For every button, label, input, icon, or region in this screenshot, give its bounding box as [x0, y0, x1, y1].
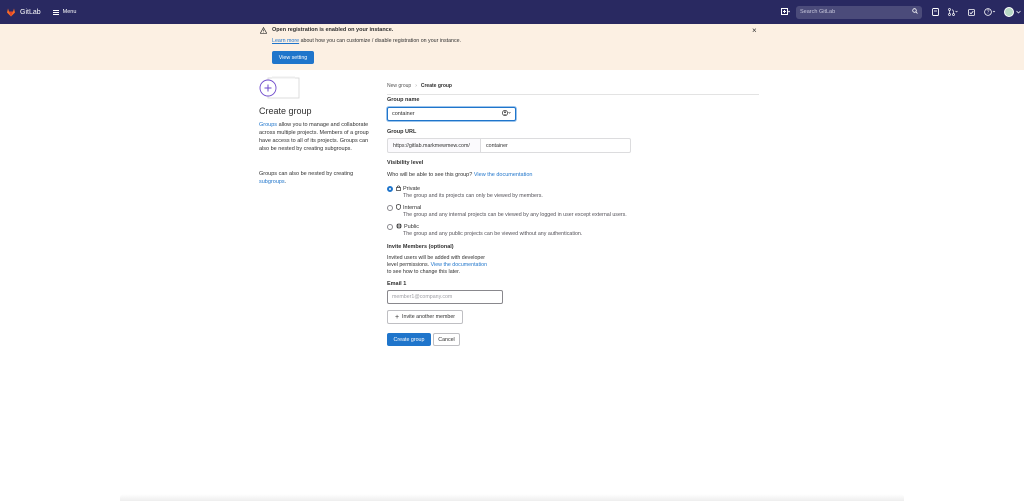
visibility-public-label: Public [404, 224, 419, 230]
banner-title: Open registration is enabled on your ins… [272, 27, 394, 33]
search-input[interactable] [800, 9, 912, 15]
page-title: Create group [259, 106, 312, 116]
invite-help-line-2-text: level permissions. [387, 261, 430, 268]
main-menu-button[interactable]: Menu [52, 9, 77, 15]
invite-doc-link[interactable]: View the documentation [431, 262, 487, 268]
visibility-public-desc: The group and any public projects can be… [403, 231, 583, 237]
subgroups-description-end: . [284, 179, 287, 186]
group-name-label: Group name [387, 97, 420, 103]
visibility-internal-desc: The group and any internal projects can … [403, 212, 627, 218]
visibility-private-radio[interactable] [387, 186, 393, 192]
banner-description-text: about how you can customize / disable re… [299, 38, 462, 44]
warning-icon [259, 26, 268, 36]
lock-icon [396, 185, 401, 193]
view-setting-button[interactable]: View setting [272, 51, 314, 64]
visibility-internal-option[interactable]: Internal [396, 204, 421, 212]
new-item-dropdown-icon[interactable] [778, 5, 792, 19]
search-icon [912, 8, 918, 16]
help-icon[interactable]: ? [980, 5, 1000, 19]
issues-icon[interactable] [926, 5, 944, 19]
invite-another-member-button[interactable]: + Invite another member [387, 310, 463, 324]
divider [387, 94, 759, 95]
avatar [1003, 7, 1014, 17]
svg-text:?: ? [987, 10, 990, 16]
invite-another-member-label: Invite another member [402, 314, 456, 320]
visibility-private-option[interactable]: Private [396, 185, 420, 193]
password-manager-icon[interactable] [502, 110, 511, 118]
gitlab-logo[interactable]: GitLab [6, 7, 41, 17]
visibility-public-radio[interactable] [387, 224, 393, 230]
visibility-internal-label: Internal [403, 205, 422, 211]
visibility-private-desc: The group and its projects can only be v… [403, 193, 543, 199]
breadcrumb-separator: › [415, 83, 417, 89]
email-field[interactable] [387, 290, 503, 304]
invite-help-line-3: to see how to change this later. [387, 268, 461, 275]
brand-name: GitLab [20, 8, 41, 16]
visibility-public-option[interactable]: Public [396, 223, 419, 231]
group-url-field[interactable] [481, 138, 631, 153]
registration-alert-banner: Open registration is enabled on your ins… [0, 24, 1024, 70]
subgroups-link[interactable]: subgroups [259, 179, 285, 185]
user-avatar-menu[interactable] [1000, 5, 1024, 19]
breadcrumb: New group › Create group [387, 83, 452, 89]
hamburger-icon [52, 9, 59, 15]
breadcrumb-create-group: Create group [420, 83, 452, 89]
banner-description: Learn more about how you can customize /… [272, 38, 461, 44]
search-box[interactable] [796, 5, 922, 19]
group-name-field[interactable] [387, 107, 516, 121]
gitlab-tanuki-icon [7, 8, 15, 17]
visibility-private-label: Private [403, 186, 421, 192]
invite-members-label: Invite Members (optional) [387, 244, 454, 250]
visibility-internal-radio[interactable] [387, 205, 393, 211]
subgroups-description: Groups can also be nested by creating su… [259, 170, 377, 186]
cancel-button[interactable]: Cancel [433, 333, 460, 346]
groups-link[interactable]: Groups [259, 122, 277, 128]
invite-help-line-2: level permissions. View the documentatio… [387, 262, 487, 269]
shield-icon [396, 204, 401, 212]
visibility-doc-link[interactable]: View the documentation [474, 172, 533, 178]
learn-more-link[interactable]: Learn more [272, 38, 299, 44]
plus-icon: + [394, 313, 400, 321]
group-name-input[interactable] [392, 111, 502, 117]
todos-icon[interactable] [962, 5, 980, 19]
visibility-level-label: Visibility level [387, 160, 424, 166]
globe-icon [396, 223, 402, 231]
visibility-question-text: Who will be able to see this group? [387, 172, 473, 178]
bottom-edge [120, 494, 904, 501]
groups-description: Groups allow you to manage and collabora… [259, 121, 377, 153]
invite-help-line-1: Invited users will be added with develop… [387, 255, 486, 261]
top-navbar: GitLab Menu ? [0, 0, 1024, 24]
close-icon[interactable]: × [752, 26, 757, 35]
group-url-prefix: https://gitlab.markmewmew.com/ [387, 138, 481, 153]
group-url-input[interactable] [486, 142, 630, 149]
email-input[interactable] [392, 294, 502, 300]
create-group-button[interactable]: Create group [387, 333, 431, 346]
menu-label: Menu [62, 9, 77, 15]
visibility-question: Who will be able to see this group? View… [387, 172, 532, 178]
email-1-label: Email 1 [387, 281, 407, 287]
create-group-illustration [259, 76, 300, 99]
invite-members-help: Invited users will be added with develop… [387, 255, 487, 275]
subgroups-description-text: Groups can also be nested by creating [259, 171, 354, 177]
breadcrumb-new-group[interactable]: New group [387, 83, 411, 89]
merge-requests-icon[interactable] [944, 5, 962, 19]
group-url-label: Group URL [387, 129, 417, 135]
